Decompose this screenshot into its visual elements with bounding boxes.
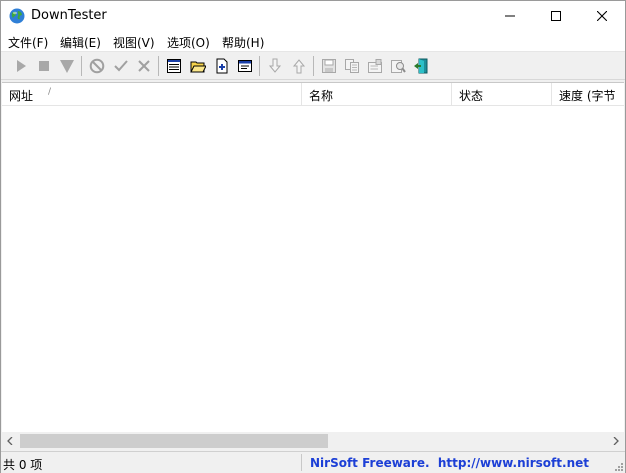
horizontal-scrollbar[interactable] [2, 432, 624, 450]
sort-indicator-icon: / [48, 87, 52, 97]
find-button[interactable] [388, 56, 408, 76]
menu-edit[interactable]: 编辑(E) [60, 34, 101, 51]
app-window: DownTester 文件(F) 编辑(E) 视图(V) 选项(O) 帮助(H) [0, 0, 626, 473]
close-button[interactable] [579, 1, 625, 31]
copy-button[interactable] [342, 56, 362, 76]
search-icon [391, 60, 406, 73]
maximize-icon [551, 11, 561, 21]
menu-options[interactable]: 选项(O) [167, 34, 210, 51]
scroll-left-button[interactable] [2, 432, 19, 450]
stop-button[interactable] [34, 56, 54, 76]
copy-icon [345, 59, 359, 73]
remove-button[interactable] [134, 56, 154, 76]
properties-button[interactable] [365, 56, 385, 76]
skip-button[interactable] [57, 56, 77, 76]
maximize-button[interactable] [533, 1, 579, 31]
title-bar[interactable]: DownTester [1, 1, 625, 31]
save-icon [322, 59, 336, 73]
check-icon [114, 60, 128, 72]
open-folder-icon [190, 61, 206, 73]
scroll-right-button[interactable] [607, 432, 624, 450]
menu-view[interactable]: 视图(V) [113, 34, 155, 51]
disable-button[interactable] [87, 56, 107, 76]
url-list-button[interactable] [164, 56, 184, 76]
play-icon [17, 60, 26, 72]
list-icon [167, 59, 181, 73]
move-down-button[interactable] [265, 56, 285, 76]
column-label: 状态 [459, 89, 484, 103]
x-icon [138, 60, 150, 72]
item-count: 共 0 项 [3, 458, 43, 472]
move-up-button[interactable] [289, 56, 309, 76]
status-bar: 共 0 项 NirSoft Freeware. http://www.nirso… [1, 451, 625, 473]
mark-ok-button[interactable] [111, 56, 131, 76]
menu-file[interactable]: 文件(F) [8, 34, 48, 51]
nirsoft-link[interactable]: NirSoft Freeware. http://www.nirsoft.net [310, 456, 589, 470]
arrow-up-icon [292, 59, 306, 74]
toolbar [1, 52, 625, 80]
exit-button[interactable] [411, 56, 431, 76]
window-title: DownTester [31, 8, 107, 23]
column-label: 网址 [9, 89, 34, 103]
status-separator [301, 454, 302, 471]
column-label: 名称 [309, 89, 334, 103]
window-icon [238, 60, 252, 72]
exit-icon [414, 58, 428, 74]
html-report-button[interactable] [235, 56, 255, 76]
scrollbar-thumb[interactable] [20, 434, 328, 448]
column-header-name[interactable]: 名称 [302, 83, 452, 106]
stop-icon [39, 61, 49, 71]
resize-grip-icon[interactable] [613, 461, 623, 471]
globe-icon [9, 8, 25, 24]
list-header: 网址 / 名称 状态 速度 (字节 [2, 83, 624, 106]
add-document-icon [216, 58, 228, 74]
properties-icon [368, 59, 382, 73]
url-list-view[interactable]: 网址 / 名称 状态 速度 (字节 [2, 82, 624, 450]
toolbar-separator [313, 56, 314, 76]
add-url-button[interactable] [212, 56, 232, 76]
no-entry-icon [89, 58, 105, 74]
chevron-right-icon [613, 437, 619, 445]
toolbar-separator [259, 56, 260, 76]
column-header-speed[interactable]: 速度 (字节 [552, 83, 624, 106]
menu-bar: 文件(F) 编辑(E) 视图(V) 选项(O) 帮助(H) [1, 31, 625, 52]
toolbar-separator [81, 56, 82, 76]
minimize-button[interactable] [487, 1, 533, 31]
start-button[interactable] [11, 56, 31, 76]
column-label: 速度 (字节 [559, 89, 616, 103]
arrow-down-icon [268, 58, 282, 73]
down-triangle-icon [60, 60, 74, 73]
save-button[interactable] [319, 56, 339, 76]
menu-help[interactable]: 帮助(H) [222, 34, 264, 51]
minimize-icon [505, 15, 515, 17]
close-icon [597, 11, 607, 21]
column-header-url[interactable]: 网址 / [2, 83, 302, 106]
open-button[interactable] [188, 56, 208, 76]
column-header-status[interactable]: 状态 [452, 83, 552, 106]
toolbar-separator [158, 56, 159, 76]
chevron-left-icon [7, 437, 13, 445]
